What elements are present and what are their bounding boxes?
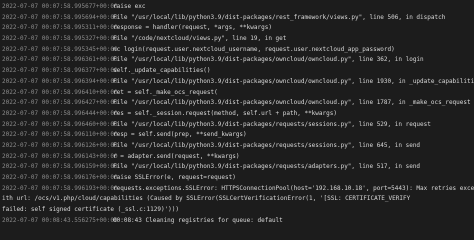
terminal-log-view[interactable]: 2022-07-07 00:07:58.995677+00:00 raise ex… <box>0 0 474 240</box>
log-line: 2022-07-07 00:07:58.996394+00:00 File "/u… <box>2 77 474 88</box>
log-line: 2022-07-07 00:07:58.995345+00:00 nc login… <box>2 45 474 56</box>
log-line: 2022-07-07 00:07:58.996377+00:00 self._up… <box>2 66 474 77</box>
log-line: 2022-07-07 00:07:58.995311+00:00 response… <box>2 23 474 34</box>
log-timestamp: 2022-07-07 00:07:58.996460+00:00 <box>2 120 118 128</box>
log-line: 2022-07-07 00:07:58.996159+00:00 File "/u… <box>2 162 474 173</box>
log-timestamp: 2022-07-07 00:07:58.996394+00:00 <box>2 77 118 85</box>
log-message: File "/usr/local/lib/python3.9/dist-pack… <box>113 163 421 171</box>
log-message: r = adapter.send(request, **kwargs) <box>113 152 240 160</box>
log-message: File "/usr/local/lib/python3.9/dist-pack… <box>113 99 471 107</box>
log-timestamp: 2022-07-07 00:07:58.996110+00:00 <box>2 131 118 139</box>
log-message: resp = self.send(prep, **send_kwargs) <box>113 131 247 139</box>
log-message: raise SSLError(e, request=request) <box>113 174 236 181</box>
log-line: 2022-07-07 00:07:58.995327+00:00 File "/c… <box>2 34 474 45</box>
log-message: File "/usr/local/lib/python3.9/dist-pack… <box>113 120 431 128</box>
log-line: 2022-07-07 00:07:58.996460+00:00 File "/u… <box>2 120 474 131</box>
log-message: ret = self._make_ocs_request( <box>113 88 218 96</box>
log-timestamp: 2022-07-07 00:07:58.996427+00:00 <box>2 99 118 107</box>
log-timestamp: 2022-07-07 00:07:58.996377+00:00 <box>2 67 118 75</box>
log-timestamp: 2022-07-07 00:07:58.996126+00:00 <box>2 141 118 149</box>
log-line: failed: self signed certificate (_ssl.c:… <box>2 205 474 216</box>
log-timestamp: 2022-07-07 00:07:58.995694+00:00 <box>2 13 118 21</box>
log-line: 2022-07-07 00:07:58.996193+00:00 requests… <box>2 184 474 195</box>
log-timestamp: 2022-07-07 00:08:43.556275+00:00 <box>2 216 118 224</box>
log-message: res = self._session.request(method, self… <box>113 109 337 117</box>
log-timestamp: 2022-07-07 00:07:58.996361+00:00 <box>2 56 118 64</box>
log-message: response = handler(request, *args, **kwa… <box>113 24 272 32</box>
log-message: failed: self signed certificate (_ssl.c:… <box>2 206 180 214</box>
log-timestamp: 2022-07-07 00:07:58.995345+00:00 <box>2 45 118 53</box>
log-line: 2022-07-07 00:07:58.996361+00:00 File "/u… <box>2 55 474 66</box>
log-message: File "/usr/local/lib/python3.9/dist-pack… <box>113 13 446 21</box>
log-timestamp: 2022-07-07 00:07:58.996410+00:00 <box>2 88 118 96</box>
log-timestamp: 2022-07-07 00:07:58.995677+00:00 <box>2 3 118 10</box>
log-line: 2022-07-07 00:07:58.996110+00:00 resp = s… <box>2 130 474 141</box>
log-timestamp: 2022-07-07 00:07:58.996176+00:00 <box>2 174 118 181</box>
log-message: File "/usr/local/lib/python3.9/dist-pack… <box>113 56 424 64</box>
log-message: File "/code/nextcloud/views.py", line 19… <box>113 35 287 43</box>
log-message: self._update_capabilities() <box>113 67 211 75</box>
log-timestamp: 2022-07-07 00:07:58.995327+00:00 <box>2 35 118 43</box>
log-timestamp: 2022-07-07 00:07:58.995311+00:00 <box>2 24 118 32</box>
log-message: 00:08:43 Cleaning registries for queue: … <box>113 216 283 224</box>
log-line: 2022-07-07 00:08:43.556275+00:00 00:08:43… <box>2 216 474 227</box>
log-line: 2022-07-07 00:07:58.995677+00:00 raise ex… <box>2 2 474 13</box>
log-timestamp: 2022-07-07 00:07:58.996444+00:00 <box>2 109 118 117</box>
log-line: 2022-07-07 00:07:58.996444+00:00 res = se… <box>2 109 474 120</box>
log-line: 2022-07-07 00:07:58.996143+00:00 r = adap… <box>2 152 474 163</box>
log-line: 2022-07-07 00:07:58.996410+00:00 ret = se… <box>2 88 474 99</box>
log-message: ith url: /ocs/v1.php/cloud/capabilities … <box>2 195 411 203</box>
log-timestamp: 2022-07-07 00:07:58.996159+00:00 <box>2 163 118 171</box>
log-timestamp: 2022-07-07 00:07:58.996193+00:00 <box>2 184 118 192</box>
log-line: ith url: /ocs/v1.php/cloud/capabilities … <box>2 194 474 205</box>
log-line: 2022-07-07 00:07:58.996176+00:00 raise SS… <box>2 173 474 184</box>
log-line: 2022-07-07 00:07:58.996427+00:00 File "/u… <box>2 98 474 109</box>
log-timestamp: 2022-07-07 00:07:58.996143+00:00 <box>2 152 118 160</box>
log-message: nc login(request.user.nextcloud_username… <box>113 45 395 53</box>
log-message: raise exc <box>113 3 146 10</box>
log-message: File "/usr/local/lib/python3.9/dist-pack… <box>113 77 474 85</box>
log-line: 2022-07-07 00:07:58.996126+00:00 File "/u… <box>2 141 474 152</box>
log-line: 2022-07-07 00:07:58.995694+00:00 File "/u… <box>2 13 474 24</box>
log-message: requests.exceptions.SSLError: HTTPSConne… <box>113 184 474 192</box>
log-message: File "/usr/local/lib/python3.9/dist-pack… <box>113 141 421 149</box>
